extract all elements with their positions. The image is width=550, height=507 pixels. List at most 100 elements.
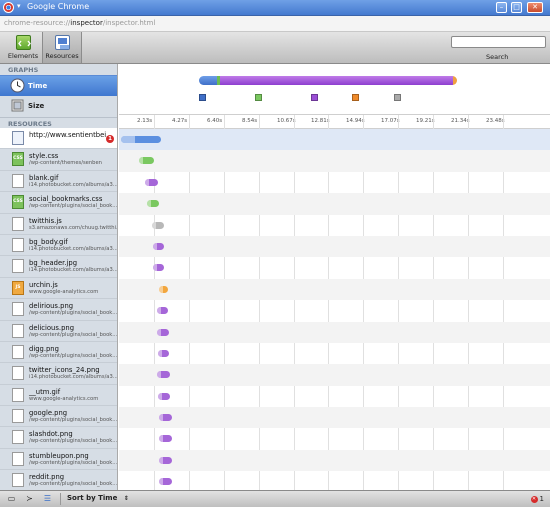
timeline-row[interactable]: [119, 364, 550, 386]
summary-segment-document: [199, 76, 217, 85]
list-view-icon[interactable]: ☰: [42, 494, 53, 504]
resource-item[interactable]: __utm.gif www.google-analytics.com: [0, 385, 117, 407]
resources-tab[interactable]: Resources: [42, 32, 82, 63]
error-counter[interactable]: ✕ 1: [530, 495, 544, 503]
url-bar[interactable]: chrome-resource://inspector/inspector.ht…: [0, 16, 550, 32]
resource-item[interactable]: reddit.png/wp-content/plugins/social_boo…: [0, 470, 117, 490]
timeline-row[interactable]: [119, 215, 550, 236]
resource-path: /wp-content/plugins/social_book...: [29, 352, 117, 359]
image-file-icon: [12, 473, 24, 488]
resource-item[interactable]: CSS style.css/wp-content/themes/senben: [0, 149, 117, 171]
tick-label: 4.27s: [172, 118, 188, 124]
resource-name: __utm.gif: [29, 387, 61, 396]
timeline-row[interactable]: [119, 300, 550, 321]
resource-path: /wp-content/plugins/social_book...: [29, 481, 117, 488]
tick-label: 2.13s: [137, 118, 153, 124]
resource-name: stumbleupon.png: [29, 451, 89, 460]
resource-item[interactable]: twitthis.js s3.amazonaws.com/chuug.twitth…: [0, 214, 117, 235]
resource-item[interactable]: bg_header.jpg i14.photobucket.com/albums/…: [0, 256, 117, 278]
resource-item[interactable]: twitter_icons_24.png i14.photobucket.com/…: [0, 363, 117, 385]
image-file-icon: [12, 216, 24, 231]
latency-segment: [147, 200, 151, 208]
size-icon: [11, 99, 24, 112]
error-count: 1: [539, 495, 544, 503]
timeline-row[interactable]: [119, 321, 550, 343]
resource-item[interactable]: blank.gif i14.photobucket.com/albums/a3..…: [0, 171, 117, 193]
timeline-row[interactable]: [119, 257, 550, 278]
latency-segment: [159, 478, 163, 486]
resource-list: http://www.sentientbei... 1 CSS style.css/w…: [0, 128, 117, 490]
resource-item[interactable]: digg.png/wp-content/plugins/social_book.…: [0, 342, 117, 364]
timeline-row[interactable]: [119, 235, 550, 258]
chrome-logo-icon[interactable]: [3, 2, 14, 13]
graph-item-label: Size: [28, 102, 45, 110]
resource-item[interactable]: JS urchin.js www.google-analytics.com: [0, 278, 117, 300]
resources-header: RESOURCES: [0, 117, 117, 128]
image-file-icon: [12, 259, 24, 274]
timeline-row[interactable]: [119, 278, 550, 301]
timing-bar-document: [121, 136, 161, 143]
time-dividers: 2.13s 4.27s 6.40s 8.54s 10.67s 12.81s 14.94s 17…: [119, 115, 550, 129]
latency-segment: [153, 264, 157, 272]
timeline-row[interactable]: [119, 343, 550, 364]
resources-icon: [55, 35, 70, 50]
resource-name: bg_header.jpg: [29, 259, 78, 268]
resource-item[interactable]: http://www.sentientbei... 1: [0, 128, 117, 150]
resource-path: i14.photobucket.com/albums/a3...: [29, 267, 117, 274]
resources-label: Resources: [45, 52, 79, 60]
timeline-row[interactable]: [119, 129, 550, 151]
resource-name: digg.png: [29, 344, 59, 353]
resource-name: bg_body.gif: [29, 237, 68, 246]
search-input[interactable]: [451, 36, 546, 48]
timing-bar-image: [159, 414, 172, 422]
image-file-icon: [12, 344, 24, 359]
timeline-row[interactable]: [119, 407, 550, 429]
resource-path: /wp-content/plugins/social_book...: [29, 331, 117, 338]
dock-icon[interactable]: ▭: [6, 494, 17, 504]
timeline-row[interactable]: [119, 471, 550, 490]
timeline-row[interactable]: [119, 172, 550, 193]
minimize-button[interactable]: –: [496, 2, 507, 13]
timeline-row[interactable]: [119, 428, 550, 449]
resource-item[interactable]: google.png/wp-content/plugins/social_boo…: [0, 406, 117, 428]
sort-select[interactable]: Sort by Time ⇕: [60, 493, 135, 505]
timeline-row[interactable]: [119, 150, 550, 172]
document-icon: [12, 131, 24, 145]
graph-item-time[interactable]: Time: [0, 75, 117, 96]
css-file-icon: CSS: [12, 152, 24, 167]
close-button[interactable]: ✕: [527, 2, 543, 13]
maximize-button[interactable]: □: [511, 2, 522, 13]
timing-bar-image: [153, 242, 164, 250]
resources-icon-fill-2: [60, 45, 69, 49]
resource-name: social_bookmarks.css: [29, 195, 103, 204]
css-file-icon: CSS: [12, 195, 24, 210]
console-icon[interactable]: ≻: [24, 494, 35, 504]
tick-label: 12.81s: [311, 118, 330, 124]
status-bar: ▭ ≻ ☰ Sort by Time ⇕ ✕ 1: [0, 490, 550, 507]
resource-item[interactable]: slashdot.png/wp-content/plugins/social_b…: [0, 427, 117, 449]
timing-bar-stylesheet: [139, 157, 154, 165]
resource-item[interactable]: bg_body.gif i14.photobucket.com/albums/a3…: [0, 235, 117, 257]
resource-item[interactable]: CSS social_bookmarks.css/wp-content/plugi…: [0, 192, 117, 214]
resource-item[interactable]: delirious.png/wp-content/plugins/social_…: [0, 299, 117, 321]
timeline-row[interactable]: [119, 386, 550, 407]
timeline-row[interactable]: [119, 193, 550, 215]
graph-item-size[interactable]: Size: [0, 96, 117, 117]
summary-bar[interactable]: [199, 76, 457, 85]
elements-icon: [16, 35, 31, 50]
timeline-graph: 2.13s 4.27s 6.40s 8.54s 10.67s 12.81s 14.94s 17…: [119, 64, 550, 490]
elements-tab[interactable]: Elements: [4, 32, 42, 63]
window-menu-icon[interactable]: ▾: [17, 2, 21, 10]
error-badge[interactable]: 1: [106, 135, 114, 143]
timing-bar-image: [158, 392, 170, 400]
timeline-row[interactable]: [119, 449, 550, 472]
tick-label: 23.48s: [486, 118, 505, 124]
resource-item[interactable]: stumbleupon.png/wp-content/plugins/socia…: [0, 449, 117, 471]
timing-bar-script: [159, 285, 168, 293]
resource-bars: [119, 129, 550, 490]
graph-item-label: Time: [28, 82, 48, 90]
timing-bar-image: [153, 264, 164, 272]
resource-path: i14.photobucket.com/albums/a3...: [29, 245, 117, 252]
elements-label: Elements: [7, 52, 39, 60]
resource-item[interactable]: delicious.png/wp-content/plugins/social_…: [0, 321, 117, 342]
